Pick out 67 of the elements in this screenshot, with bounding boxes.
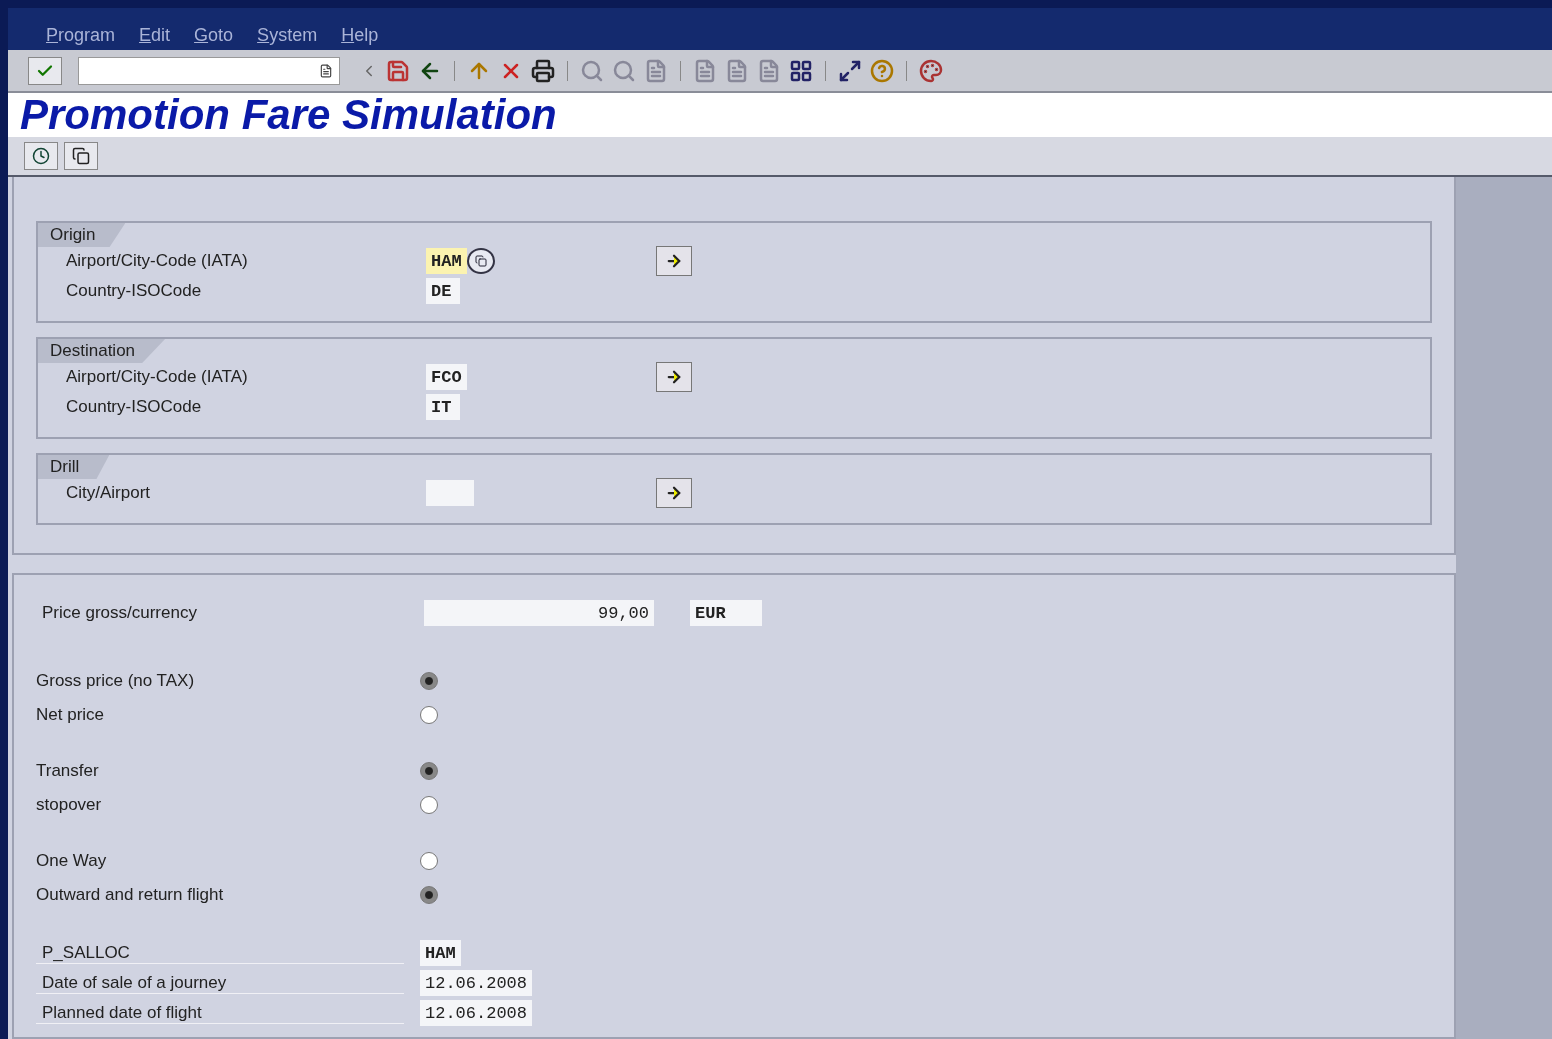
- radio-label: Net price: [36, 705, 106, 725]
- input-field[interactable]: HAM: [426, 248, 467, 274]
- field-label: P_SALLOC: [36, 942, 404, 964]
- field-label: Date of sale of a journey: [36, 972, 404, 994]
- palette-icon[interactable]: [919, 58, 943, 83]
- save-icon[interactable]: [386, 58, 410, 83]
- radio-button[interactable]: [420, 762, 438, 780]
- radio-label: Transfer: [36, 761, 100, 781]
- expand-icon[interactable]: [838, 58, 862, 83]
- enter-button[interactable]: [28, 56, 62, 85]
- input-field[interactable]: HAM: [420, 940, 461, 966]
- arrow-button[interactable]: [656, 478, 692, 508]
- radio-label: One Way: [36, 851, 108, 871]
- radio-button[interactable]: [420, 706, 438, 724]
- group-title: Drill: [38, 455, 110, 479]
- field-label: City/Airport: [66, 483, 152, 503]
- field-label: Country-ISOCode: [66, 281, 203, 301]
- page-icon[interactable]: [757, 58, 781, 83]
- input-field[interactable]: [426, 480, 474, 506]
- search-icon[interactable]: [580, 58, 604, 83]
- page-icon: [319, 63, 333, 78]
- menu-item[interactable]: Help: [341, 25, 379, 47]
- input-field[interactable]: FCO: [426, 364, 467, 390]
- search-icon[interactable]: [612, 58, 636, 83]
- menu-item[interactable]: Edit: [139, 25, 171, 47]
- copy-button[interactable]: [64, 141, 98, 170]
- value-help-button[interactable]: [466, 248, 495, 274]
- radio-label: Outward and return flight: [36, 885, 225, 905]
- arrow-right-icon: [665, 484, 683, 502]
- group-title: Origin: [38, 223, 126, 247]
- arrow-button[interactable]: [656, 246, 692, 276]
- arrow-right-icon: [665, 368, 683, 386]
- print-icon[interactable]: [531, 58, 555, 83]
- radio-button[interactable]: [420, 796, 438, 814]
- field-label: Airport/City-Code (IATA): [66, 367, 249, 387]
- grid-icon[interactable]: [789, 58, 813, 83]
- radio-label: Gross price (no TAX): [36, 671, 196, 691]
- menu-item[interactable]: Program: [46, 25, 116, 47]
- input-field[interactable]: 12.06.2008: [420, 1000, 533, 1026]
- menu-item[interactable]: System: [257, 25, 318, 47]
- radio-button[interactable]: [420, 886, 438, 904]
- amount-field[interactable]: 99,00: [424, 600, 654, 626]
- input-field[interactable]: IT: [426, 394, 460, 420]
- arrow-right-icon: [665, 252, 683, 270]
- copy-icon: [474, 255, 487, 267]
- input-field[interactable]: DE: [426, 278, 460, 304]
- copy-icon: [72, 146, 90, 165]
- field-label: Planned date of flight: [36, 1002, 404, 1024]
- field-label: Price gross/currency: [41, 603, 198, 623]
- field-label: Country-ISOCode: [66, 397, 203, 417]
- arrow-button[interactable]: [656, 362, 692, 392]
- page-icon[interactable]: [725, 58, 749, 83]
- help-icon[interactable]: [870, 58, 894, 83]
- execute-button[interactable]: [24, 141, 58, 170]
- page-title: Promotion Fare Simulation: [20, 90, 557, 139]
- currency-field[interactable]: EUR: [690, 600, 762, 626]
- page-icon[interactable]: [644, 58, 668, 83]
- page-icon[interactable]: [693, 58, 717, 83]
- menu-item[interactable]: Goto: [194, 25, 234, 47]
- radio-button[interactable]: [420, 852, 438, 870]
- clock-icon: [32, 146, 50, 165]
- command-field[interactable]: [78, 56, 340, 85]
- input-field[interactable]: 12.06.2008: [420, 970, 533, 996]
- field-label: Airport/City-Code (IATA): [66, 251, 249, 271]
- radio-label: stopover: [36, 795, 103, 815]
- radio-button[interactable]: [420, 672, 438, 690]
- group-title: Destination: [38, 339, 166, 363]
